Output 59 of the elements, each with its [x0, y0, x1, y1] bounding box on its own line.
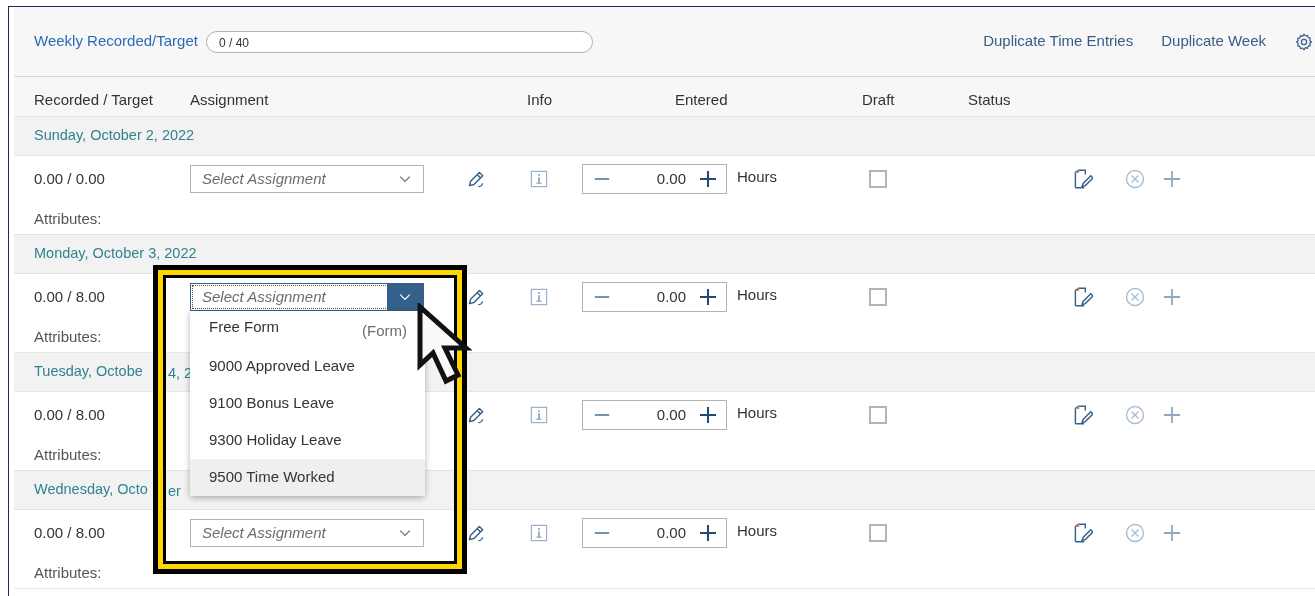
column-header: Draft: [862, 90, 895, 110]
hours-stepper[interactable]: 0.00: [582, 400, 727, 430]
cancel-icon[interactable]: [1125, 523, 1145, 543]
plus-icon[interactable]: [698, 169, 718, 189]
attributes-label: Attributes:: [34, 563, 102, 583]
recorded-target: 0.00 / 8.00: [34, 286, 106, 307]
recorded-target: 0.00 / 8.00: [34, 522, 106, 543]
unit-label: Hours: [737, 166, 778, 187]
cancel-icon[interactable]: [1125, 169, 1145, 189]
attributes-label: Attributes:: [34, 327, 102, 347]
draft-checkbox[interactable]: [869, 288, 887, 306]
dropdown-item[interactable]: 9100 Bonus Leave: [190, 385, 425, 422]
plus-icon[interactable]: [698, 523, 718, 543]
column-header: Info: [527, 90, 553, 110]
day-heading: Monday, October 3, 2022: [34, 244, 197, 264]
info-icon[interactable]: [530, 288, 548, 306]
dropdown-item[interactable]: 9500 Time Worked: [190, 459, 425, 496]
cancel-icon[interactable]: [1125, 287, 1145, 307]
plus-icon[interactable]: [698, 405, 718, 425]
day-heading: Tuesday, Octobe: [34, 362, 143, 382]
column-header: Status: [968, 90, 1011, 110]
day-heading: Sunday, October 2, 2022: [34, 126, 195, 146]
recorded-target: 0.00 / 0.00: [34, 168, 106, 189]
info-icon[interactable]: [530, 406, 548, 424]
day-heading: Wednesday, Octo: [34, 480, 148, 500]
progress-text: 0 / 40: [218, 34, 249, 52]
draft-checkbox[interactable]: [869, 406, 887, 424]
hours-stepper[interactable]: 0.00: [582, 518, 727, 548]
day-heading: er: [168, 482, 181, 501]
option-note: (Form): [362, 321, 407, 341]
column-header: Recorded / Target: [34, 90, 153, 110]
cancel-icon[interactable]: [1125, 405, 1145, 425]
add-icon[interactable]: [1163, 406, 1181, 424]
unit-label: Hours: [737, 284, 778, 305]
attributes-label: Attributes:: [34, 209, 102, 229]
dropdown-item[interactable]: 9300 Holiday Leave: [190, 422, 425, 459]
info-icon[interactable]: [530, 524, 548, 542]
assignment-select[interactable]: Select Assignment: [190, 519, 424, 547]
toolbar-button[interactable]: Duplicate Week: [1161, 30, 1266, 53]
unit-label: Hours: [737, 402, 778, 423]
draft-checkbox[interactable]: [869, 524, 887, 542]
draft-checkbox[interactable]: [869, 170, 887, 188]
attributes-label: Attributes:: [34, 445, 102, 465]
hours-stepper[interactable]: 0.00: [582, 164, 727, 194]
add-icon[interactable]: [1163, 170, 1181, 188]
recorded-target: 0.00 / 8.00: [34, 404, 106, 425]
unit-label: Hours: [737, 520, 778, 541]
plus-icon[interactable]: [698, 287, 718, 307]
hours-stepper[interactable]: 0.00: [582, 282, 727, 312]
column-header: Entered: [675, 90, 728, 110]
column-header: Assignment: [190, 90, 269, 110]
settings-icon[interactable]: [1294, 31, 1314, 52]
assignment-select[interactable]: Select Assignment: [190, 283, 424, 311]
toolbar-button[interactable]: Duplicate Time Entries: [983, 30, 1134, 53]
add-icon[interactable]: [1163, 288, 1181, 306]
assignment-select[interactable]: Select Assignment: [190, 165, 424, 193]
info-icon[interactable]: [530, 170, 548, 188]
weekly-link[interactable]: Weekly Recorded/Target: [34, 30, 198, 53]
add-icon[interactable]: [1163, 524, 1181, 542]
